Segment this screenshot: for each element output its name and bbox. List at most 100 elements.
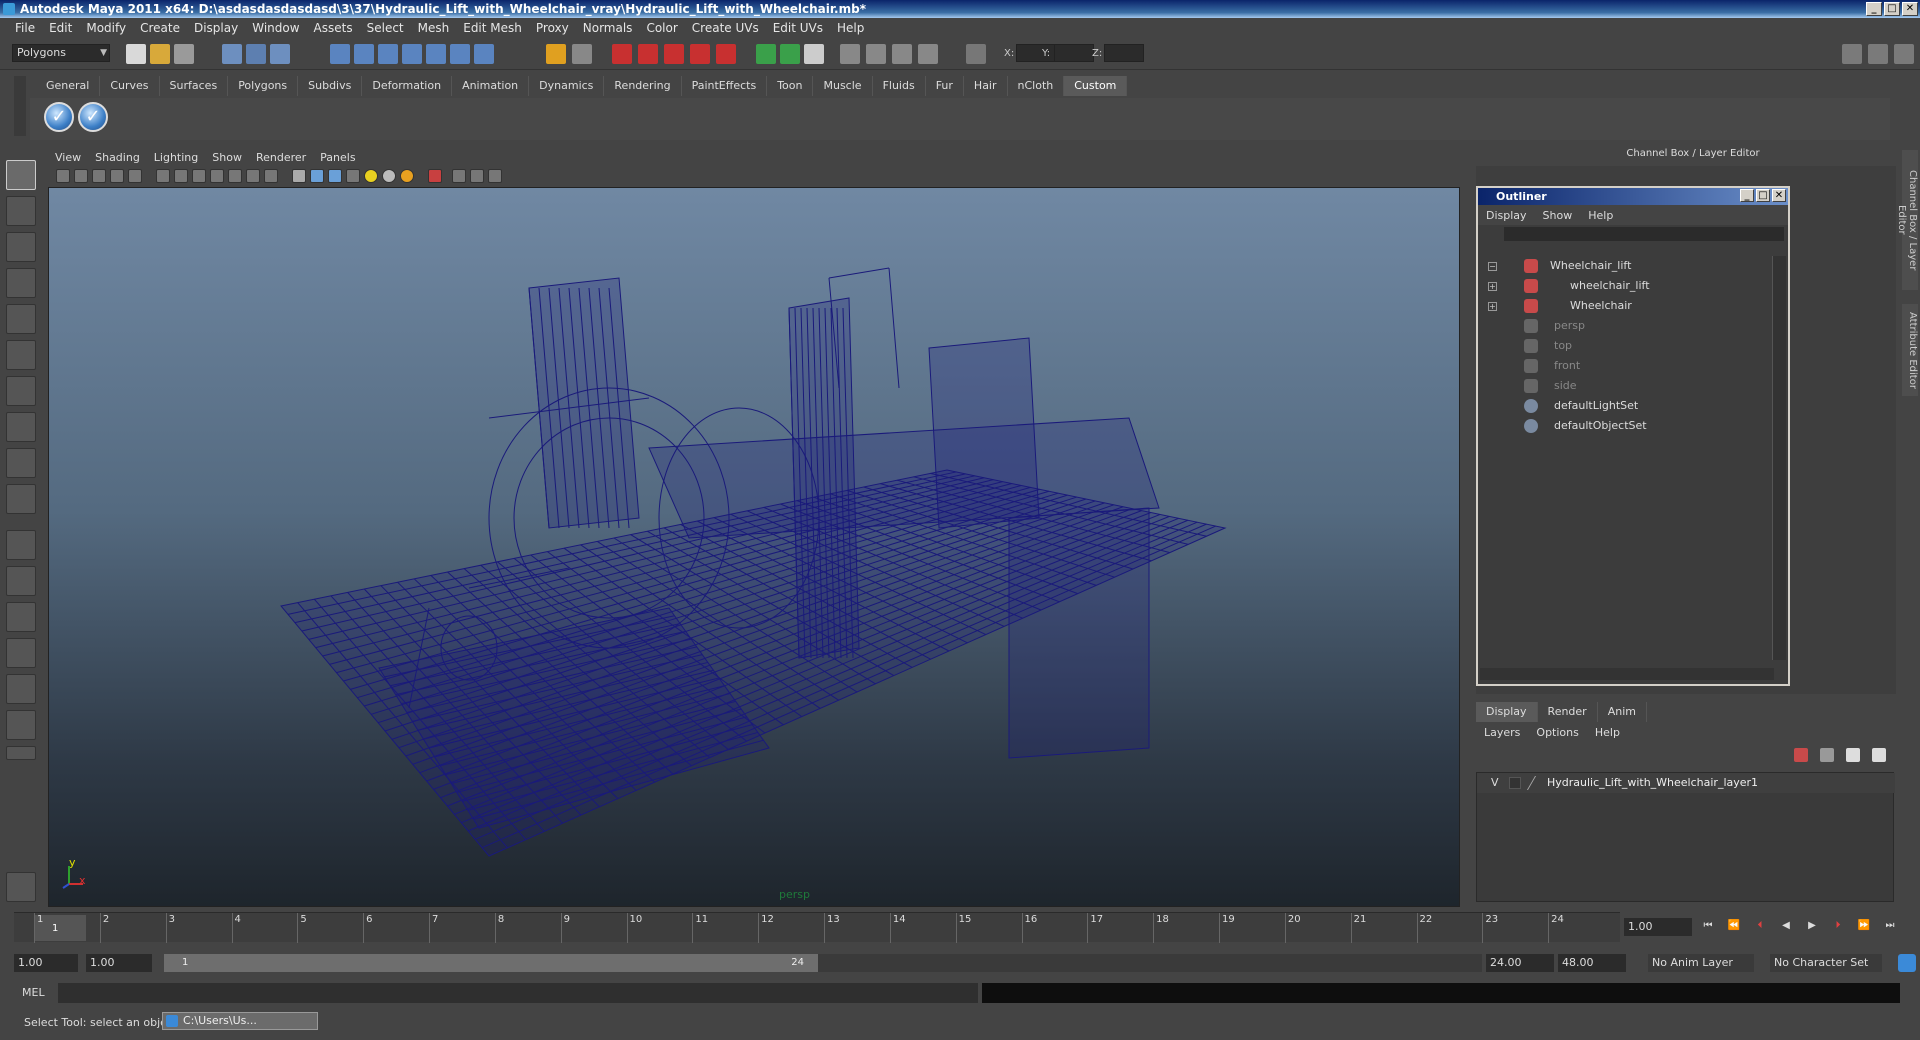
outliner-item-front[interactable]: front: [1478, 356, 1772, 376]
ipr-render-icon[interactable]: [638, 44, 658, 64]
custom-shelf-check-icon-2[interactable]: ✓: [78, 102, 108, 132]
viewport-menu-panels[interactable]: Panels: [313, 151, 362, 164]
layer-visibility-toggle[interactable]: V: [1491, 773, 1499, 793]
outliner-item-top[interactable]: top: [1478, 336, 1772, 356]
layer-remove-icon[interactable]: [1872, 748, 1886, 762]
perspective-viewport[interactable]: persp y x: [48, 187, 1460, 907]
paint-weights-icon[interactable]: [866, 44, 886, 64]
menu-display[interactable]: Display: [187, 21, 245, 35]
range-slider[interactable]: 1 24: [164, 954, 1482, 972]
z-field[interactable]: [1104, 44, 1144, 62]
menu-edit-mesh[interactable]: Edit Mesh: [456, 21, 529, 35]
attribute-editor-icon[interactable]: [780, 44, 800, 64]
menu-file[interactable]: File: [8, 21, 42, 35]
outliner-item-wheelchair-lift-root[interactable]: − Wheelchair_lift: [1478, 256, 1772, 276]
open-scene-icon[interactable]: [150, 44, 170, 64]
shelf-tab-fur[interactable]: Fur: [926, 76, 964, 96]
tool-settings-icon[interactable]: [804, 44, 824, 64]
minimized-window-item[interactable]: C:\Users\Us...: [162, 1012, 318, 1030]
sculpt-icon[interactable]: [840, 44, 860, 64]
xray-icon[interactable]: [452, 169, 466, 183]
toggle-channelbox-icon[interactable]: [1868, 44, 1888, 64]
save-scene-icon[interactable]: [174, 44, 194, 64]
close-button[interactable]: ✕: [1902, 2, 1918, 16]
menu-create-uvs[interactable]: Create UVs: [685, 21, 766, 35]
universal-manipulator-icon[interactable]: [6, 376, 36, 406]
layer-row[interactable]: V Hydraulic_Lift_with_Wheelchair_layer1: [1477, 773, 1895, 793]
menu-edit-uvs[interactable]: Edit UVs: [766, 21, 830, 35]
time-slider[interactable]: 1 1 2 3 4 5 6 7 8 9 10 11 12 13 14 15 16 17 18 19 20 21 22 23 2…: [14, 912, 1620, 943]
scale-tool-icon[interactable]: [6, 340, 36, 370]
shelf-tab-subdivs[interactable]: Subdivs: [298, 76, 363, 96]
shelf-tab-curves[interactable]: Curves: [100, 76, 160, 96]
paint-select-tool-icon[interactable]: [6, 232, 36, 262]
menu-select[interactable]: Select: [360, 21, 411, 35]
anim-layer-dropdown[interactable]: No Anim Layer: [1648, 954, 1754, 972]
history-icon[interactable]: [450, 44, 470, 64]
render-settings-icon[interactable]: [664, 44, 684, 64]
mel-input[interactable]: [58, 983, 978, 1003]
viewport-menu-show[interactable]: Show: [205, 151, 249, 164]
help-question-icon[interactable]: [474, 44, 494, 64]
go-to-start-icon[interactable]: ⏮: [1700, 920, 1716, 934]
step-back-icon[interactable]: ⏪: [1726, 920, 1742, 934]
menu-modify[interactable]: Modify: [79, 21, 133, 35]
wireframe-on-shaded-icon[interactable]: [328, 169, 342, 183]
shelf-tab-hair[interactable]: Hair: [964, 76, 1008, 96]
film-gate-icon[interactable]: [174, 169, 188, 183]
shelf-tab-general[interactable]: General: [36, 76, 101, 96]
anim-preferences-icon[interactable]: [1898, 954, 1916, 972]
viewport-menu-shading[interactable]: Shading: [88, 151, 147, 164]
outliner-persp-layout-icon[interactable]: [6, 602, 36, 632]
snap-point-icon[interactable]: [378, 44, 398, 64]
render-frame-icon[interactable]: [612, 44, 632, 64]
absolute-transform-icon[interactable]: [966, 44, 986, 64]
safe-title-icon[interactable]: [264, 169, 278, 183]
character-set-dropdown[interactable]: No Character Set: [1770, 954, 1882, 972]
backface-culling-icon[interactable]: [488, 169, 502, 183]
shadows-icon[interactable]: [382, 169, 396, 183]
menu-color[interactable]: Color: [639, 21, 684, 35]
shelf-tab-deformation[interactable]: Deformation: [362, 76, 453, 96]
camera-attributes-icon[interactable]: [74, 169, 88, 183]
playback-end-field[interactable]: 24.00: [1486, 954, 1554, 972]
layer-tab-display[interactable]: Display: [1476, 702, 1538, 722]
step-back-key-icon[interactable]: ⏴: [1752, 920, 1768, 934]
textured-icon[interactable]: [346, 169, 360, 183]
shelf-tab-fluids[interactable]: Fluids: [873, 76, 926, 96]
outliner-maximize-button[interactable]: □: [1756, 189, 1770, 202]
layer-menu-help[interactable]: Help: [1587, 726, 1628, 739]
make-live-icon[interactable]: [426, 44, 446, 64]
single-perspective-layout-icon[interactable]: [6, 530, 36, 560]
last-tool-icon[interactable]: [6, 484, 36, 514]
range-slider-handle[interactable]: 1 24: [164, 954, 818, 972]
layer-menu-layers[interactable]: Layers: [1476, 726, 1528, 739]
new-layer-selected-icon[interactable]: [1820, 748, 1834, 762]
layer-tab-anim[interactable]: Anim: [1598, 702, 1647, 722]
shelf-tab-polygons[interactable]: Polygons: [228, 76, 299, 96]
menu-help[interactable]: Help: [830, 21, 871, 35]
show-manipulator-icon[interactable]: [6, 448, 36, 478]
viewport-menu-lighting[interactable]: Lighting: [147, 151, 205, 164]
input-ops-icon[interactable]: [546, 44, 566, 64]
playback-start-field[interactable]: 1.00: [86, 954, 152, 972]
play-forwards-icon[interactable]: ▶: [1804, 920, 1820, 934]
hypershade-persp-layout-icon[interactable]: [6, 674, 36, 704]
play-backwards-icon[interactable]: ◀: [1778, 920, 1794, 934]
viewport-menu-view[interactable]: View: [48, 151, 88, 164]
layer-menu-options[interactable]: Options: [1528, 726, 1586, 739]
outliner-graph-layout-icon[interactable]: [6, 710, 36, 740]
outliner-menu-display[interactable]: Display: [1478, 209, 1535, 222]
outliner-item-default-object-set[interactable]: defaultObjectSet: [1478, 416, 1772, 436]
step-forward-icon[interactable]: ⏩: [1856, 920, 1872, 934]
gate-mask-icon[interactable]: [210, 169, 224, 183]
layer-playback-toggle[interactable]: [1509, 777, 1521, 789]
graph-persp-layout-icon[interactable]: [6, 638, 36, 668]
rotate-tool-icon[interactable]: [6, 304, 36, 334]
safe-action-icon[interactable]: [246, 169, 260, 183]
menu-normals[interactable]: Normals: [576, 21, 640, 35]
layer-color-swatch[interactable]: [1526, 776, 1548, 790]
blend-icon[interactable]: [892, 44, 912, 64]
outliner-item-default-light-set[interactable]: defaultLightSet: [1478, 396, 1772, 416]
menu-assets[interactable]: Assets: [307, 21, 360, 35]
